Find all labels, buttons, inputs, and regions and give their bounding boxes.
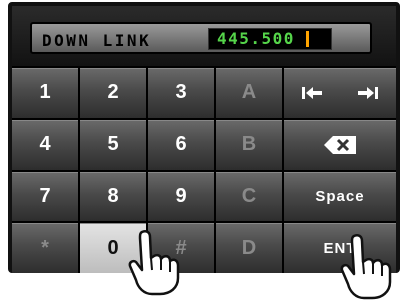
cursor-right-button[interactable] <box>340 86 396 100</box>
key-6[interactable]: 6 <box>148 119 214 170</box>
space-button[interactable]: Space <box>284 171 396 222</box>
key-0[interactable]: 0 <box>80 223 146 273</box>
key-2[interactable]: 2 <box>80 68 146 118</box>
frequency-value: 445.500 <box>217 29 295 48</box>
display-panel: DOWN LINK 445.500 <box>30 22 372 54</box>
key-1[interactable]: 1 <box>12 68 78 118</box>
keypad-grid: 1 2 3 A 4 5 6 B 7 8 9 C Space * 0 # D EN… <box>12 68 396 273</box>
key-asterisk[interactable]: * <box>12 223 78 273</box>
key-hash[interactable]: # <box>148 223 214 273</box>
cursor-left-button[interactable] <box>284 86 340 100</box>
key-3[interactable]: 3 <box>148 68 214 118</box>
cursor-right-icon <box>358 86 378 99</box>
key-b[interactable]: B <box>216 119 282 170</box>
key-a[interactable]: A <box>216 68 282 118</box>
key-9[interactable]: 9 <box>148 171 214 222</box>
backspace-icon <box>324 135 356 154</box>
key-7[interactable]: 7 <box>12 171 78 222</box>
cursor-left-icon <box>302 86 322 99</box>
text-cursor <box>306 31 309 47</box>
display-label: DOWN LINK <box>42 31 152 50</box>
key-c[interactable]: C <box>216 171 282 222</box>
display-bar: DOWN LINK 445.500 <box>12 6 396 68</box>
enter-button[interactable]: ENT <box>284 223 396 273</box>
keypad-device: DOWN LINK 445.500 1 2 3 A 4 5 6 B 7 8 9 … <box>8 2 400 273</box>
key-d[interactable]: D <box>216 223 282 273</box>
key-8[interactable]: 8 <box>80 171 146 222</box>
frequency-field[interactable]: 445.500 <box>208 28 332 50</box>
key-5[interactable]: 5 <box>80 119 146 170</box>
backspace-button[interactable] <box>284 119 396 170</box>
cursor-keys <box>284 68 396 118</box>
key-4[interactable]: 4 <box>12 119 78 170</box>
